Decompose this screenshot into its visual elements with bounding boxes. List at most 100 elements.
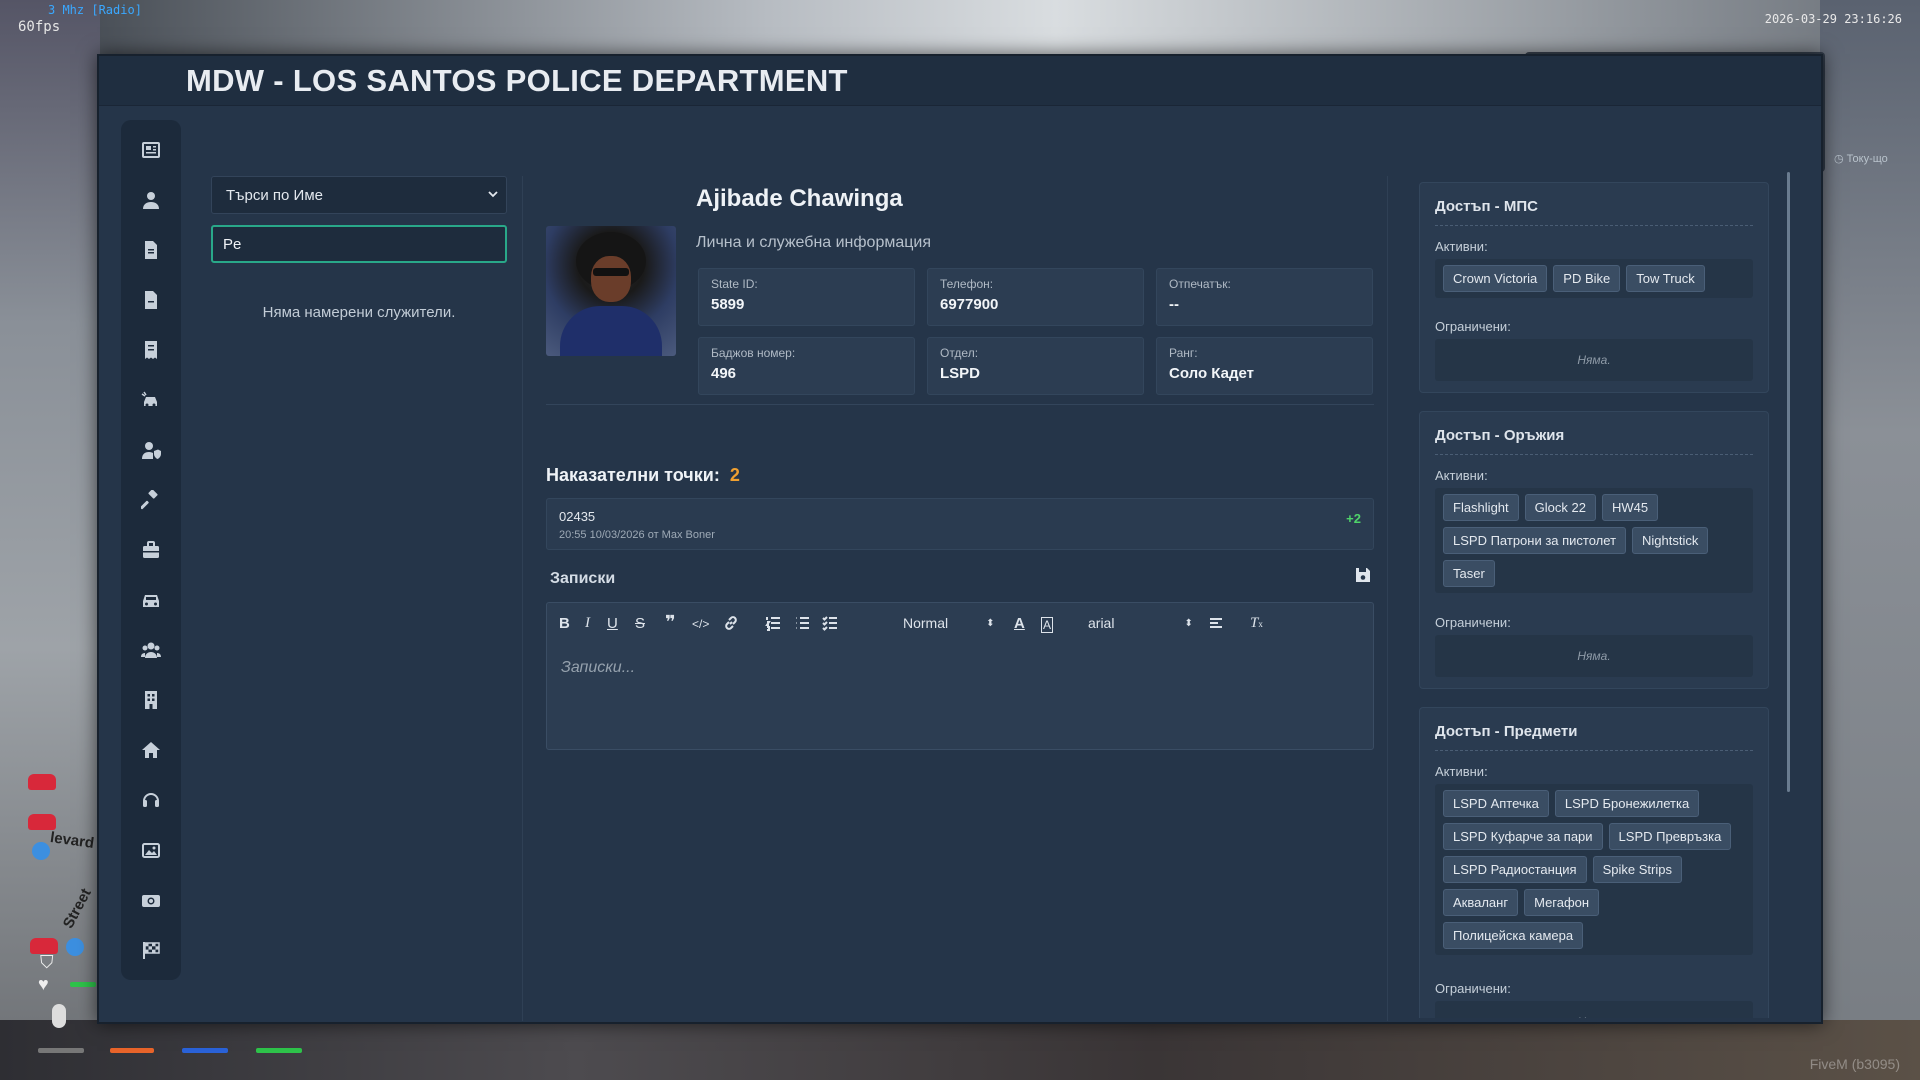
- nav-laws[interactable]: [135, 484, 167, 516]
- info-rank: Ранг: Соло Кадет: [1156, 337, 1373, 395]
- access-chip[interactable]: Nightstick: [1632, 527, 1709, 554]
- microphone-icon: [52, 1004, 66, 1028]
- access-chip[interactable]: HW45: [1601, 494, 1659, 521]
- heading-select-value: Normal: [903, 615, 949, 631]
- access-chip[interactable]: Tow Truck: [1626, 265, 1705, 292]
- photo-detail: [593, 268, 629, 276]
- nav-races[interactable]: [135, 934, 167, 966]
- receipt-icon: [145, 341, 157, 359]
- info-label: State ID:: [711, 277, 758, 291]
- bold-button[interactable]: B: [559, 615, 570, 632]
- access-chip[interactable]: LSPD Превръзка: [1608, 823, 1732, 850]
- restricted-empty: Няма.: [1435, 635, 1753, 677]
- vehicle-access-panel: Достъп - МПС Активни: Crown Victoria PD B…: [1419, 182, 1769, 393]
- briefcase-icon: [143, 541, 159, 558]
- nav-profiles[interactable]: [135, 184, 167, 216]
- active-chips: Flashlight Glock 22 HW45 LSPD Патрони за пи…: [1435, 488, 1753, 593]
- restricted-label: Ограничени:: [1435, 615, 1511, 630]
- penalty-delta: +2: [1346, 511, 1361, 526]
- item-access-panel: Достъп - Предмети Активни: LSPD Аптечка L…: [1419, 707, 1769, 1018]
- select-arrows-icon: ⬍: [986, 617, 995, 629]
- title-underline: [1435, 225, 1753, 226]
- access-chip[interactable]: Taser: [1443, 560, 1495, 587]
- nav-evidence[interactable]: [135, 534, 167, 566]
- camera-icon: [142, 895, 160, 907]
- search-mode-label: Търси по Име: [226, 187, 323, 204]
- checklist-button[interactable]: [822, 615, 838, 631]
- strikethrough-button[interactable]: S: [635, 615, 645, 632]
- player-marker-icon: [66, 938, 84, 956]
- restricted-label: Ограничени:: [1435, 981, 1511, 996]
- vehicle-marker-icon: [28, 814, 56, 830]
- highlight-button[interactable]: A: [1041, 617, 1054, 633]
- info-badge-number: Баджов номер: 496: [698, 337, 915, 395]
- column-divider: [1387, 176, 1388, 1021]
- photo-detail: [591, 256, 631, 302]
- nav-incidents[interactable]: [135, 284, 167, 316]
- scrollbar[interactable]: [1787, 172, 1790, 792]
- nav-staff[interactable]: [135, 634, 167, 666]
- clock: 2026-03-29 23:16:26: [1764, 12, 1902, 26]
- access-chip[interactable]: Акваланг: [1443, 889, 1519, 916]
- nav-accidents[interactable]: [135, 384, 167, 416]
- building-icon: [145, 691, 157, 709]
- restricted-label: Ограничени:: [1435, 319, 1511, 334]
- access-chip[interactable]: Flashlight: [1443, 494, 1519, 521]
- info-label: Ранг:: [1169, 346, 1198, 360]
- nav-reports[interactable]: [135, 234, 167, 266]
- penalty-point-entry[interactable]: 02435 20:55 10/03/2026 от Max Boner +2: [546, 498, 1374, 550]
- file-icon: [145, 241, 157, 259]
- access-chip[interactable]: LSPD Бронежилетка: [1554, 790, 1700, 817]
- game-background-top: [0, 0, 1920, 60]
- chevron-down-icon: [488, 191, 498, 198]
- info-label: Телефон:: [940, 277, 994, 291]
- code-block-button[interactable]: </>: [692, 617, 709, 631]
- text-color-button[interactable]: A: [1014, 615, 1025, 632]
- access-chip[interactable]: LSPD Аптечка: [1443, 790, 1549, 817]
- health-icon: ♥: [38, 974, 49, 994]
- access-chip[interactable]: LSPD Куфарче за пари: [1443, 823, 1603, 850]
- search-input[interactable]: Pe: [211, 225, 507, 263]
- nav-vehicles[interactable]: [135, 584, 167, 616]
- access-chip[interactable]: LSPD Радиостанция: [1443, 856, 1587, 883]
- align-button[interactable]: [1208, 615, 1224, 631]
- bullet-list-button[interactable]: [794, 615, 810, 631]
- nav-dispatch[interactable]: [135, 784, 167, 816]
- car-crash-icon: [141, 391, 157, 407]
- nav-properties[interactable]: [135, 734, 167, 766]
- game-background-left: [0, 0, 100, 1080]
- underline-button[interactable]: U: [607, 615, 618, 632]
- access-chip[interactable]: Полицейска камера: [1443, 922, 1584, 949]
- player-marker-icon: [32, 842, 50, 860]
- access-chip[interactable]: Glock 22: [1524, 494, 1596, 521]
- nav-businesses[interactable]: [135, 684, 167, 716]
- search-mode-select[interactable]: Търси по Име: [211, 176, 507, 214]
- align-left-icon: [1210, 618, 1222, 628]
- access-chip[interactable]: LSPD Патрони за пистолет: [1443, 527, 1627, 554]
- nav-cameras[interactable]: [135, 884, 167, 916]
- access-chip[interactable]: Мегафон: [1524, 889, 1600, 916]
- heading-select[interactable]: Normal ⬍: [903, 615, 995, 631]
- notes-editor[interactable]: B I U S ❞ </> Normal ⬍ A A arial ⬍ T x З…: [546, 602, 1374, 750]
- notes-placeholder[interactable]: Записки...: [561, 659, 635, 677]
- save-icon[interactable]: [1355, 567, 1371, 583]
- nav-officers[interactable]: [135, 434, 167, 466]
- officer-photo[interactable]: [546, 226, 676, 356]
- italic-button[interactable]: I: [585, 615, 590, 632]
- nav-news[interactable]: [135, 134, 167, 166]
- font-select[interactable]: arial ⬍: [1088, 615, 1193, 631]
- nav-gallery[interactable]: [135, 834, 167, 866]
- home-icon: [142, 742, 160, 758]
- access-chip[interactable]: Spike Strips: [1592, 856, 1682, 883]
- clear-format-button[interactable]: Tx: [1250, 615, 1263, 632]
- access-chip[interactable]: PD Bike: [1553, 265, 1621, 292]
- link-button[interactable]: [723, 615, 739, 631]
- armor-icon: ⛉: [40, 952, 54, 972]
- nav-fines[interactable]: [135, 334, 167, 366]
- panel-title: Достъп - Оръжия: [1435, 427, 1565, 444]
- access-chip[interactable]: Crown Victoria: [1443, 265, 1548, 292]
- ordered-list-button[interactable]: [765, 615, 781, 631]
- blockquote-button[interactable]: ❞: [665, 612, 676, 633]
- sidebar-nav: [121, 120, 181, 980]
- active-label: Активни:: [1435, 468, 1488, 483]
